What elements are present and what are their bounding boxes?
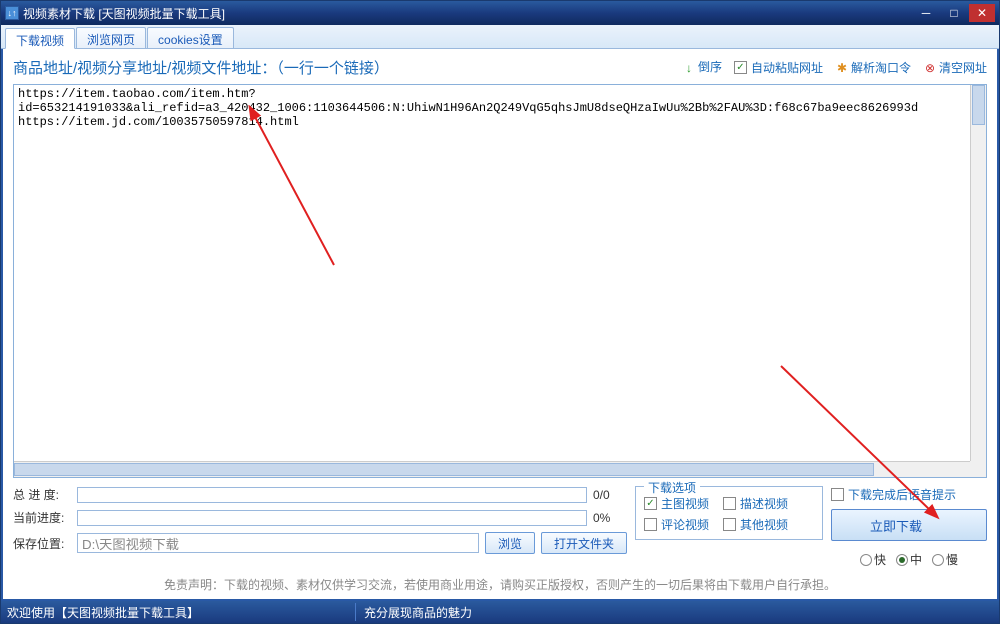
status-right: 充分展现商品的魅力: [364, 604, 472, 621]
save-path-input[interactable]: [77, 533, 479, 553]
asterisk-icon: ✱: [835, 61, 849, 75]
url-input-label: 商品地址/视频分享地址/视频文件地址：（一行一个链接）: [13, 57, 682, 78]
speed-slow[interactable]: 慢: [932, 551, 958, 568]
opt-comment-video[interactable]: 评论视频: [644, 516, 709, 533]
download-options-group: 下载选项 ✓主图视频 描述视频 评论视频 其他视频: [635, 486, 823, 540]
open-folder-button[interactable]: 打开文件夹: [541, 532, 627, 554]
delete-icon: ⊗: [923, 61, 937, 75]
scrollbar-horizontal[interactable]: [14, 461, 970, 477]
voice-prompt-toggle[interactable]: 下载完成后语音提示: [831, 486, 987, 503]
autopaste-toggle[interactable]: ✓ 自动粘贴网址: [734, 59, 823, 76]
window-title: 视频素材下载 [天图视频批量下载工具]: [23, 5, 913, 22]
options-title: 下载选项: [644, 479, 700, 496]
tab-download[interactable]: 下载视频: [5, 28, 75, 49]
url-textarea[interactable]: [14, 85, 986, 477]
tab-bar: 下载视频 浏览网页 cookies设置: [1, 25, 999, 49]
browse-button[interactable]: 浏览: [485, 532, 535, 554]
sort-label: 倒序: [698, 62, 722, 73]
minimize-button[interactable]: ─: [913, 4, 939, 22]
current-progress-text: 0%: [593, 511, 627, 525]
arrow-down-icon: ↓: [682, 61, 696, 75]
maximize-button[interactable]: □: [941, 4, 967, 22]
url-textarea-wrap: [13, 84, 987, 478]
parse-label: 解析淘口令: [851, 59, 911, 76]
tab-browse[interactable]: 浏览网页: [76, 27, 146, 48]
close-button[interactable]: ✕: [969, 4, 995, 22]
scroll-corner: [970, 461, 986, 477]
scroll-thumb-v[interactable]: [972, 85, 985, 125]
statusbar: 欢迎使用【天图视频批量下载工具】 充分展现商品的魅力: [1, 601, 999, 623]
scrollbar-vertical[interactable]: [970, 85, 986, 461]
titlebar[interactable]: ↓↑ 视频素材下载 [天图视频批量下载工具] ─ □ ✕: [1, 1, 999, 25]
total-progress-label: 总 进 度:: [13, 486, 71, 503]
download-now-button[interactable]: 立即下载: [831, 509, 987, 541]
save-path-label: 保存位置:: [13, 535, 71, 552]
opt-other-video[interactable]: 其他视频: [723, 516, 788, 533]
sort-button[interactable]: ↓ 倒序: [682, 61, 722, 75]
checkbox-icon: ✓: [734, 61, 747, 74]
speed-medium[interactable]: 中: [896, 551, 922, 568]
disclaimer-text: 免责声明：下载的视频、素材仅供学习交流，若使用商业用途，请购买正版授权，否则产生…: [13, 576, 987, 593]
clear-label: 清空网址: [939, 59, 987, 76]
parse-button[interactable]: ✱ 解析淘口令: [835, 59, 911, 76]
opt-desc-video[interactable]: 描述视频: [723, 495, 788, 512]
autopaste-label: 自动粘贴网址: [751, 59, 823, 76]
app-icon: ↓↑: [5, 6, 19, 20]
total-progress-bar: [77, 487, 587, 503]
tab-cookies[interactable]: cookies设置: [147, 27, 234, 48]
total-progress-text: 0/0: [593, 488, 627, 502]
scroll-thumb-h[interactable]: [14, 463, 874, 476]
opt-main-video[interactable]: ✓主图视频: [644, 495, 709, 512]
current-progress-label: 当前进度:: [13, 509, 71, 526]
status-left: 欢迎使用【天图视频批量下载工具】: [7, 604, 347, 621]
clear-button[interactable]: ⊗ 清空网址: [923, 59, 987, 76]
speed-fast[interactable]: 快: [860, 551, 886, 568]
current-progress-bar: [77, 510, 587, 526]
